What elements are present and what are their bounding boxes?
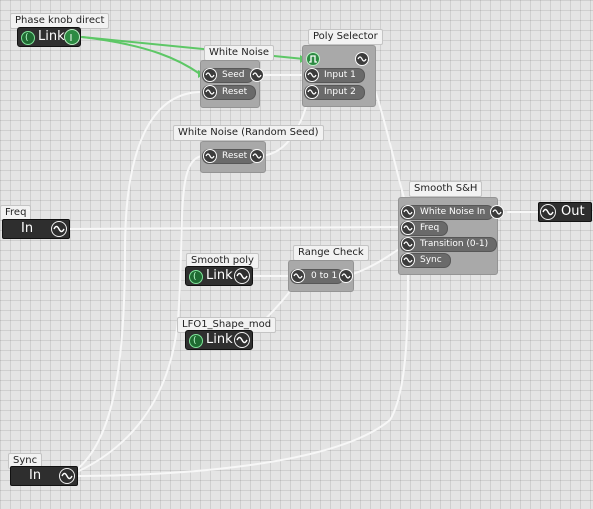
sine-wave-icon[interactable] (234, 332, 250, 348)
link-icon: ( (21, 31, 35, 45)
freq-label: In (21, 221, 34, 236)
poly-selector-title: Poly Selector (308, 29, 383, 45)
wire-sync-to-noiserand-reset (67, 155, 203, 477)
link-icon: ( (189, 334, 203, 348)
lfo-shape-link[interactable]: ( Link (185, 330, 253, 350)
sine-wave-icon[interactable] (203, 68, 217, 82)
smooth-poly-label: Link (206, 268, 233, 283)
wire-sync-to-noise-reset (67, 91, 203, 477)
sync-input[interactable]: In (10, 466, 78, 486)
sine-wave-icon[interactable] (59, 468, 75, 484)
phase-knob-link[interactable]: ( Link I (17, 27, 81, 47)
sine-wave-icon[interactable] (401, 237, 415, 251)
phase-knob-label: Link (38, 29, 65, 44)
sine-wave-icon[interactable] (540, 204, 556, 220)
sine-wave-icon[interactable] (51, 221, 67, 237)
sine-wave-icon[interactable] (305, 85, 319, 99)
sine-wave-icon[interactable] (401, 253, 415, 267)
white-noise-title: White Noise (204, 45, 274, 61)
sine-wave-icon[interactable] (401, 221, 415, 235)
wire-freq-to-sh (67, 226, 409, 230)
white-noise-random-title: White Noise (Random Seed) (173, 125, 324, 141)
lfo-shape-label: Link (206, 332, 233, 347)
info-icon[interactable]: I (64, 29, 80, 45)
sine-wave-icon[interactable] (490, 205, 504, 219)
smooth-sh-title: Smooth S&H (409, 181, 483, 197)
link-icon: ( (189, 270, 203, 284)
sine-wave-icon[interactable] (250, 68, 264, 82)
sine-wave-icon[interactable] (250, 149, 264, 163)
sine-wave-icon[interactable] (234, 268, 250, 284)
range-check-title: Range Check (293, 245, 369, 261)
sine-wave-icon[interactable] (355, 52, 369, 66)
sine-wave-icon[interactable] (305, 68, 319, 82)
sync-label: In (29, 468, 42, 483)
sine-wave-icon[interactable] (401, 205, 415, 219)
out-label: Out (561, 204, 585, 219)
sine-wave-icon[interactable] (339, 269, 353, 283)
pulse-icon[interactable] (306, 52, 320, 66)
svg-text:I: I (70, 33, 73, 43)
smooth-poly-link[interactable]: ( Link (185, 266, 253, 286)
sine-wave-icon[interactable] (291, 269, 305, 283)
out-output[interactable]: Out (538, 202, 592, 222)
freq-input[interactable]: In (2, 219, 70, 239)
sine-wave-icon[interactable] (203, 149, 217, 163)
sine-wave-icon[interactable] (203, 85, 217, 99)
